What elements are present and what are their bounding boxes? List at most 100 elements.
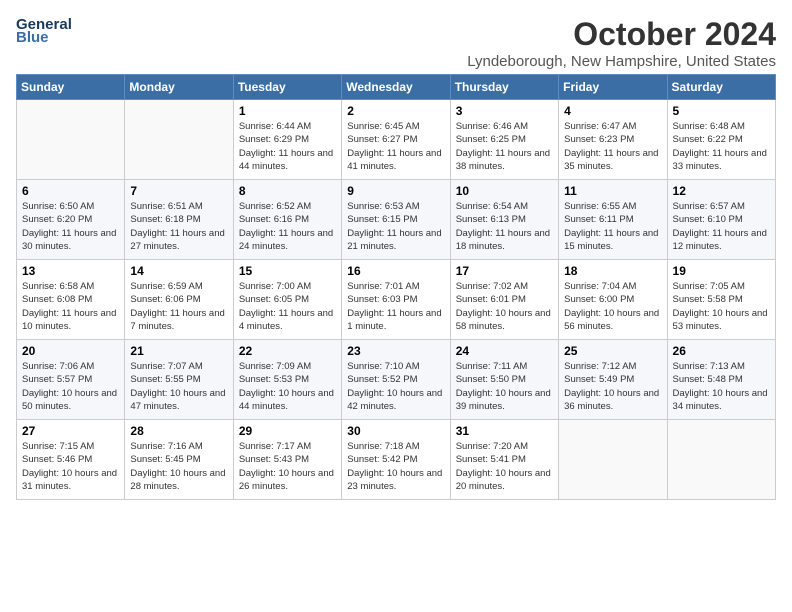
day-number: 9 xyxy=(347,184,444,198)
day-info: Sunrise: 7:09 AMSunset: 5:53 PMDaylight:… xyxy=(239,360,336,413)
calendar-cell: 16 Sunrise: 7:01 AMSunset: 6:03 PMDayligh… xyxy=(342,260,450,340)
calendar-cell: 7Sunrise: 6:51 AMSunset: 6:18 PMDaylight… xyxy=(125,180,233,260)
day-of-week-sunday: Sunday xyxy=(17,75,125,100)
month-title: October 2024 xyxy=(467,16,776,53)
day-number: 22 xyxy=(239,344,336,358)
day-info: Sunrise: 7:04 AMSunset: 6:00 PMDaylight:… xyxy=(564,280,661,333)
day-number: 30 xyxy=(347,424,444,438)
calendar-table: SundayMondayTuesdayWednesdayThursdayFrid… xyxy=(16,74,776,500)
calendar-cell xyxy=(125,100,233,180)
day-number: 25 xyxy=(564,344,661,358)
day-number: 13 xyxy=(22,264,119,278)
day-info: Sunrise: 7:12 AMSunset: 5:49 PMDaylight:… xyxy=(564,360,661,413)
calendar-cell: 5 Sunrise: 6:48 AMSunset: 6:22 PMDaylight… xyxy=(667,100,775,180)
calendar-cell: 22 Sunrise: 7:09 AMSunset: 5:53 PMDayligh… xyxy=(233,340,341,420)
day-info: Sunrise: 6:45 AMSunset: 6:27 PMDaylight:… xyxy=(347,120,444,173)
day-number: 15 xyxy=(239,264,336,278)
day-info: Sunrise: 7:11 AMSunset: 5:50 PMDaylight:… xyxy=(456,360,553,413)
calendar-week-1: 1 Sunrise: 6:44 AMSunset: 6:29 PMDaylight… xyxy=(17,100,776,180)
day-info: Sunrise: 7:17 AMSunset: 5:43 PMDaylight:… xyxy=(239,440,336,493)
calendar-cell: 3 Sunrise: 6:46 AMSunset: 6:25 PMDaylight… xyxy=(450,100,558,180)
calendar-cell: 24 Sunrise: 7:11 AMSunset: 5:50 PMDayligh… xyxy=(450,340,558,420)
calendar-cell: 26 Sunrise: 7:13 AMSunset: 5:48 PMDayligh… xyxy=(667,340,775,420)
location: Lyndeborough, New Hampshire, United Stat… xyxy=(467,53,776,70)
day-of-week-friday: Friday xyxy=(559,75,667,100)
day-of-week-wednesday: Wednesday xyxy=(342,75,450,100)
calendar-cell: 10Sunrise: 6:54 AMSunset: 6:13 PMDayligh… xyxy=(450,180,558,260)
day-info: Sunrise: 6:47 AMSunset: 6:23 PMDaylight:… xyxy=(564,120,661,173)
day-number: 6 xyxy=(22,184,119,198)
day-number: 23 xyxy=(347,344,444,358)
page-header: General Blue General Blue October 2024 L… xyxy=(16,16,776,70)
day-number: 31 xyxy=(456,424,553,438)
calendar-cell: 11 Sunrise: 6:55 AMSunset: 6:11 PMDayligh… xyxy=(559,180,667,260)
day-number: 10 xyxy=(456,184,553,198)
calendar-cell: 13 Sunrise: 6:58 AMSunset: 6:08 PMDayligh… xyxy=(17,260,125,340)
day-info: Sunrise: 6:46 AMSunset: 6:25 PMDaylight:… xyxy=(456,120,553,173)
calendar-cell: 30 Sunrise: 7:18 AMSunset: 5:42 PMDayligh… xyxy=(342,420,450,500)
day-info: Sunrise: 6:55 AMSunset: 6:11 PMDaylight:… xyxy=(564,200,661,253)
day-number: 28 xyxy=(130,424,227,438)
day-info: Sunrise: 7:06 AMSunset: 5:57 PMDaylight:… xyxy=(22,360,119,413)
day-number: 24 xyxy=(456,344,553,358)
day-info: Sunrise: 6:53 AMSunset: 6:15 PMDaylight:… xyxy=(347,200,444,253)
calendar-cell: 4Sunrise: 6:47 AMSunset: 6:23 PMDaylight… xyxy=(559,100,667,180)
days-of-week-row: SundayMondayTuesdayWednesdayThursdayFrid… xyxy=(17,75,776,100)
logo: General Blue General Blue xyxy=(16,16,72,46)
day-number: 16 xyxy=(347,264,444,278)
calendar-cell: 8 Sunrise: 6:52 AMSunset: 6:16 PMDaylight… xyxy=(233,180,341,260)
day-info: Sunrise: 7:00 AMSunset: 6:05 PMDaylight:… xyxy=(239,280,336,333)
calendar-cell: 12Sunrise: 6:57 AMSunset: 6:10 PMDayligh… xyxy=(667,180,775,260)
day-info: Sunrise: 7:20 AMSunset: 5:41 PMDaylight:… xyxy=(456,440,553,493)
calendar-cell: 29Sunrise: 7:17 AMSunset: 5:43 PMDayligh… xyxy=(233,420,341,500)
day-number: 8 xyxy=(239,184,336,198)
calendar-cell: 2 Sunrise: 6:45 AMSunset: 6:27 PMDaylight… xyxy=(342,100,450,180)
calendar-cell: 23 Sunrise: 7:10 AMSunset: 5:52 PMDayligh… xyxy=(342,340,450,420)
day-info: Sunrise: 7:02 AMSunset: 6:01 PMDaylight:… xyxy=(456,280,553,333)
day-info: Sunrise: 7:07 AMSunset: 5:55 PMDaylight:… xyxy=(130,360,227,413)
day-info: Sunrise: 7:15 AMSunset: 5:46 PMDaylight:… xyxy=(22,440,119,493)
calendar-cell: 19 Sunrise: 7:05 AMSunset: 5:58 PMDayligh… xyxy=(667,260,775,340)
day-number: 17 xyxy=(456,264,553,278)
calendar-cell: 18 Sunrise: 7:04 AMSunset: 6:00 PMDayligh… xyxy=(559,260,667,340)
day-number: 2 xyxy=(347,104,444,118)
calendar-cell: 1 Sunrise: 6:44 AMSunset: 6:29 PMDaylight… xyxy=(233,100,341,180)
day-number: 19 xyxy=(673,264,770,278)
day-info: Sunrise: 7:10 AMSunset: 5:52 PMDaylight:… xyxy=(347,360,444,413)
day-info: Sunrise: 6:59 AMSunset: 6:06 PMDaylight:… xyxy=(130,280,227,333)
day-info: Sunrise: 6:58 AMSunset: 6:08 PMDaylight:… xyxy=(22,280,119,333)
calendar-cell: 17 Sunrise: 7:02 AMSunset: 6:01 PMDayligh… xyxy=(450,260,558,340)
day-info: Sunrise: 6:52 AMSunset: 6:16 PMDaylight:… xyxy=(239,200,336,253)
calendar-cell: 28 Sunrise: 7:16 AMSunset: 5:45 PMDayligh… xyxy=(125,420,233,500)
day-of-week-thursday: Thursday xyxy=(450,75,558,100)
day-number: 11 xyxy=(564,184,661,198)
day-number: 21 xyxy=(130,344,227,358)
day-number: 26 xyxy=(673,344,770,358)
day-of-week-saturday: Saturday xyxy=(667,75,775,100)
day-info: Sunrise: 6:48 AMSunset: 6:22 PMDaylight:… xyxy=(673,120,770,173)
day-number: 3 xyxy=(456,104,553,118)
day-info: Sunrise: 7:05 AMSunset: 5:58 PMDaylight:… xyxy=(673,280,770,333)
day-of-week-monday: Monday xyxy=(125,75,233,100)
day-info: Sunrise: 6:51 AMSunset: 6:18 PMDaylight:… xyxy=(130,200,227,253)
day-number: 14 xyxy=(130,264,227,278)
day-info: Sunrise: 7:16 AMSunset: 5:45 PMDaylight:… xyxy=(130,440,227,493)
calendar-cell: 31 Sunrise: 7:20 AMSunset: 5:41 PMDayligh… xyxy=(450,420,558,500)
day-number: 18 xyxy=(564,264,661,278)
calendar-cell xyxy=(667,420,775,500)
day-info: Sunrise: 6:44 AMSunset: 6:29 PMDaylight:… xyxy=(239,120,336,173)
day-info: Sunrise: 6:57 AMSunset: 6:10 PMDaylight:… xyxy=(673,200,770,253)
day-info: Sunrise: 7:01 AMSunset: 6:03 PMDaylight:… xyxy=(347,280,444,333)
day-info: Sunrise: 7:18 AMSunset: 5:42 PMDaylight:… xyxy=(347,440,444,493)
calendar-cell: 25 Sunrise: 7:12 AMSunset: 5:49 PMDayligh… xyxy=(559,340,667,420)
day-number: 5 xyxy=(673,104,770,118)
calendar-cell: 27Sunrise: 7:15 AMSunset: 5:46 PMDayligh… xyxy=(17,420,125,500)
calendar-week-2: 6Sunrise: 6:50 AMSunset: 6:20 PMDaylight… xyxy=(17,180,776,260)
calendar-cell: 14 Sunrise: 6:59 AMSunset: 6:06 PMDayligh… xyxy=(125,260,233,340)
day-of-week-tuesday: Tuesday xyxy=(233,75,341,100)
day-number: 1 xyxy=(239,104,336,118)
calendar-cell xyxy=(17,100,125,180)
day-info: Sunrise: 7:13 AMSunset: 5:48 PMDaylight:… xyxy=(673,360,770,413)
calendar-week-5: 27Sunrise: 7:15 AMSunset: 5:46 PMDayligh… xyxy=(17,420,776,500)
calendar-cell: 6Sunrise: 6:50 AMSunset: 6:20 PMDaylight… xyxy=(17,180,125,260)
